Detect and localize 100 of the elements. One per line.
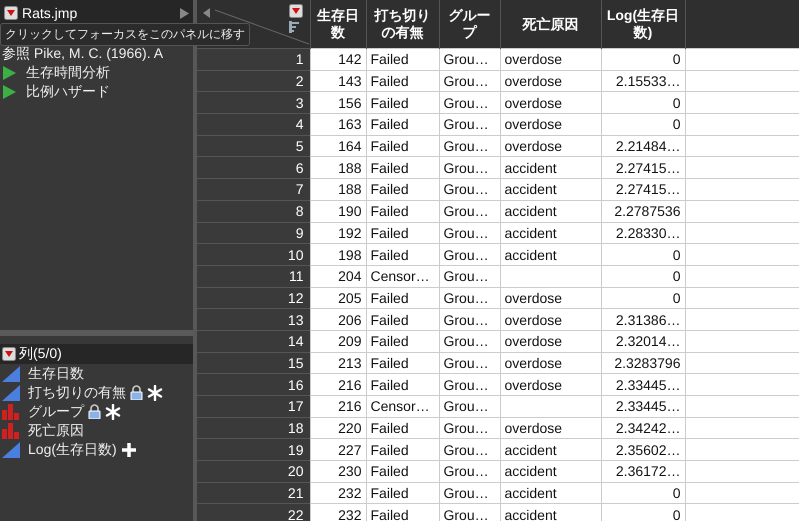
table-cell: Grou… <box>439 417 500 439</box>
table-cell: Grou… <box>439 330 500 352</box>
table-cell: 0 <box>601 48 685 70</box>
table-cell: Grou… <box>439 308 500 330</box>
table-cell: 2.36172… <box>601 460 685 482</box>
table-cell: overdose <box>500 352 601 374</box>
table-cell: 230 <box>310 460 366 482</box>
table-cell: 0 <box>601 482 685 504</box>
row-number[interactable]: 20 <box>197 460 310 482</box>
row-number[interactable]: 16 <box>197 374 310 396</box>
table-cell: 0 <box>601 265 685 288</box>
table-cell: 2.27415… <box>601 156 685 179</box>
column-item[interactable]: 死亡原因 <box>28 422 84 440</box>
play-icon[interactable] <box>2 84 16 98</box>
row-number[interactable]: 6 <box>197 156 310 179</box>
table-cell: 220 <box>310 417 366 439</box>
script-item[interactable]: 生存時間分析 <box>26 64 110 82</box>
script-item[interactable]: 比例ハザード <box>26 82 110 100</box>
table-cell: Failed <box>366 438 439 461</box>
column-header[interactable]: 打ち切りの有無 <box>370 7 436 41</box>
columns-title: 列(5/0) <box>19 345 63 363</box>
table-cell: overdose <box>500 48 601 70</box>
table-cell: Grou… <box>439 482 500 504</box>
column-header[interactable]: グループ <box>442 7 496 41</box>
row-number[interactable]: 21 <box>197 482 310 504</box>
table-cell: accident <box>500 460 601 482</box>
row-number[interactable]: 12 <box>197 287 310 309</box>
table-cell: 2.33445… <box>601 396 685 418</box>
table-cell: accident <box>500 438 601 461</box>
table-cell: accident <box>500 200 601 222</box>
table-cell: 156 <box>310 92 366 114</box>
table-cell: Failed <box>366 244 439 266</box>
table-cell: Grou… <box>439 135 500 157</box>
row-number[interactable]: 4 <box>197 114 310 136</box>
row-number[interactable]: 22 <box>197 504 310 521</box>
row-number[interactable]: 1 <box>197 48 310 70</box>
row-number[interactable]: 14 <box>197 330 310 352</box>
row-number[interactable]: 10 <box>197 244 310 266</box>
column-header[interactable]: Log(生存日数) <box>604 7 682 41</box>
row-number[interactable]: 17 <box>197 396 310 418</box>
continuous-column-icon <box>2 442 20 458</box>
table-cell: Grou… <box>439 438 500 461</box>
table-cell: 143 <box>310 70 366 92</box>
table-cell: Failed <box>366 114 439 136</box>
table-cell: 0 <box>601 244 685 266</box>
table-cell: Grou… <box>439 374 500 396</box>
row-number[interactable]: 2 <box>197 70 310 92</box>
table-cell: Grou… <box>439 460 500 482</box>
table-cell: 232 <box>310 504 366 521</box>
menu-icon[interactable] <box>2 347 16 361</box>
row-number[interactable]: 3 <box>197 92 310 114</box>
table-cell: overdose <box>500 70 601 92</box>
expand-icon[interactable] <box>180 8 189 18</box>
table-cell: 188 <box>310 178 366 200</box>
table-cell: Grou… <box>439 70 500 92</box>
table-cell: Failed <box>366 460 439 482</box>
menu-icon[interactable] <box>289 4 303 18</box>
table-cell: accident <box>500 482 601 504</box>
table-cell: 2.32014… <box>601 330 685 352</box>
table-cell: Failed <box>366 482 439 504</box>
column-item[interactable]: Log(生存日数) <box>28 440 117 458</box>
table-cell: 190 <box>310 200 366 222</box>
row-number[interactable]: 9 <box>197 222 310 244</box>
row-number[interactable]: 8 <box>197 200 310 222</box>
column-item[interactable]: 打ち切りの有無 <box>28 384 126 402</box>
table-cell: 2.27415… <box>601 178 685 200</box>
table-cell: Grou… <box>439 178 500 200</box>
rows-icon[interactable] <box>289 21 301 33</box>
row-number[interactable]: 11 <box>197 265 310 288</box>
table-cell: 213 <box>310 352 366 374</box>
table-cell: 2.28330… <box>601 222 685 244</box>
table-name: Rats.jmp <box>22 5 78 21</box>
table-cell: Failed <box>366 178 439 200</box>
table-cell: accident <box>500 244 601 266</box>
table-cell: 0 <box>601 504 685 521</box>
row-number[interactable]: 15 <box>197 352 310 374</box>
table-cell: overdose <box>500 308 601 330</box>
table-cell: Failed <box>366 48 439 70</box>
row-number[interactable]: 7 <box>197 178 310 200</box>
column-header[interactable]: 生存日数 <box>314 7 362 41</box>
row-number[interactable]: 18 <box>197 417 310 439</box>
table-cell: 0 <box>601 287 685 309</box>
table-cell: overdose <box>500 114 601 136</box>
table-cell: 2.3283796 <box>601 352 685 374</box>
column-header[interactable]: 死亡原因 <box>522 16 578 32</box>
table-cell: Failed <box>366 417 439 439</box>
table-cell: overdose <box>500 287 601 309</box>
column-item[interactable]: 生存日数 <box>28 364 84 382</box>
menu-icon[interactable] <box>4 6 18 20</box>
row-number[interactable]: 19 <box>197 438 310 461</box>
table-cell: Grou… <box>439 504 500 521</box>
row-number[interactable]: 5 <box>197 135 310 157</box>
table-cell: Failed <box>366 504 439 521</box>
notes-text: 参照 Pike, M. C. (1966). A <box>2 44 164 62</box>
play-icon[interactable] <box>2 66 16 80</box>
column-item[interactable]: グループ <box>28 402 84 420</box>
table-cell: 142 <box>310 48 366 70</box>
table-cell: Grou… <box>439 156 500 179</box>
row-number[interactable]: 13 <box>197 308 310 330</box>
table-cell: Grou… <box>439 200 500 222</box>
